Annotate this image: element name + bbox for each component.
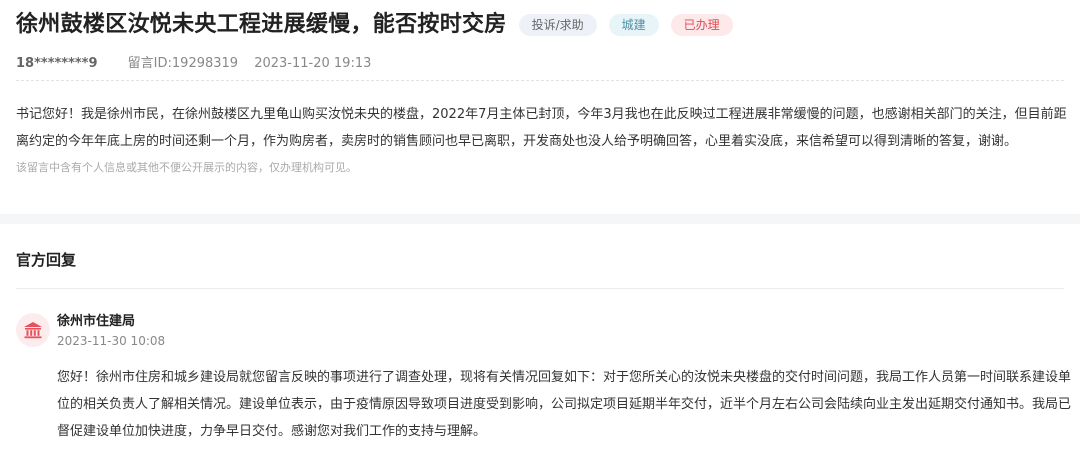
field-tag[interactable]: 城建 [608,14,659,36]
status-badge: 已办理 [670,14,733,36]
meta-divider [16,80,1064,81]
reply-org-name: 徐州市住建局 [57,314,136,329]
message-datetime: 2023-11-20 19:13 [254,56,372,71]
reply-divider [16,288,1064,289]
message-meta: 18********9 留言ID:19298319 2023-11-20 19:… [16,55,371,73]
message-content: 书记您好！我是徐州市民，在徐州鼓楼区九里龟山购买汝悦未央的楼盘，2022年7月主… [16,107,1067,149]
avatar [16,313,50,347]
reply-content: 您好！徐州市住房和城乡建设局就您留言反映的事项进行了调查处理，现将有关情况回复如… [57,370,1072,439]
reply-section-title: 官方回复 [16,251,77,269]
message-id: 留言ID:19298319 [127,56,239,71]
section-separator [0,214,1080,224]
reply-datetime: 2023-11-30 10:08 [57,334,166,348]
page-title: 徐州鼓楼区汝悦未央工程进展缓慢，能否按时交房 [16,12,507,37]
category-tag[interactable]: 投诉/求助 [518,14,597,36]
government-building-icon [24,322,42,339]
message-header: 徐州鼓楼区汝悦未央工程进展缓慢，能否按时交房 投诉/求助 城建 已办理 [16,8,733,42]
privacy-note: 该留言中含有个人信息或其他不便公开展示的内容，仅办理机构可见。 [16,161,357,174]
author-phone: 18********9 [16,56,98,71]
